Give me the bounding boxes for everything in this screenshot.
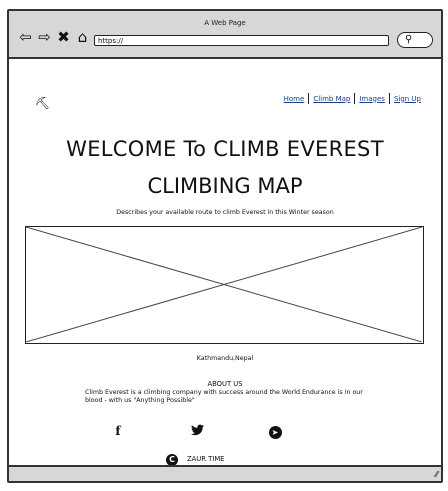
browser-toolbar: A Web Page ⇦ ⇨ ✖ ⌂ https:// ⚲ xyxy=(9,11,441,59)
search-button[interactable]: ⚲ xyxy=(397,32,433,48)
climber-icon[interactable]: ⛏ xyxy=(35,96,50,110)
page-content: ⛏ Home Climb Map Images Sign Up WELCOME … xyxy=(9,59,441,468)
about-text: Climb Everest is a climbing company with… xyxy=(85,389,363,404)
page-subtitle: CLIMBING MAP xyxy=(147,174,303,198)
resize-handle-icon[interactable]: ⁄⁄ xyxy=(435,470,438,480)
placeholder-cross xyxy=(26,227,422,342)
facebook-icon[interactable]: f xyxy=(110,424,126,438)
telegram-glyph: ➤ xyxy=(268,426,282,439)
nav-link-sign-up[interactable]: Sign Up xyxy=(390,95,425,103)
home-icon[interactable]: ⌂ xyxy=(74,30,91,45)
twitter-icon[interactable] xyxy=(189,424,205,439)
twitter-bird xyxy=(190,424,204,436)
browser-window: A Web Page ⇦ ⇨ ✖ ⌂ https:// ⚲ ⛏ Home Cli… xyxy=(7,9,443,483)
telegram-icon[interactable]: ➤ xyxy=(267,424,283,439)
close-icon[interactable]: ✖ xyxy=(55,30,72,45)
address-bar[interactable]: https:// xyxy=(94,35,389,46)
map-location: Kathmandu,Nepal xyxy=(196,355,254,362)
nav-link-climb-map[interactable]: Climb Map xyxy=(309,95,354,103)
browser-nav-buttons: ⇦ ⇨ ✖ ⌂ xyxy=(17,30,91,45)
window-title: A Web Page xyxy=(204,19,246,27)
about-heading: ABOUT US xyxy=(207,380,243,388)
page-title: WELCOME To CLIMB EVEREST xyxy=(66,137,384,161)
forward-arrow-icon[interactable]: ⇨ xyxy=(36,30,53,45)
nav-link-images[interactable]: Images xyxy=(355,95,389,103)
back-arrow-icon[interactable]: ⇦ xyxy=(17,30,34,45)
image-placeholder xyxy=(25,226,424,344)
hero-description: Describes your available route to climb … xyxy=(116,209,334,216)
nav-link-home[interactable]: Home xyxy=(280,95,309,103)
status-bar: ⁄⁄ xyxy=(9,465,441,481)
search-icon: ⚲ xyxy=(405,34,413,45)
main-nav: Home Climb Map Images Sign Up xyxy=(280,93,425,104)
